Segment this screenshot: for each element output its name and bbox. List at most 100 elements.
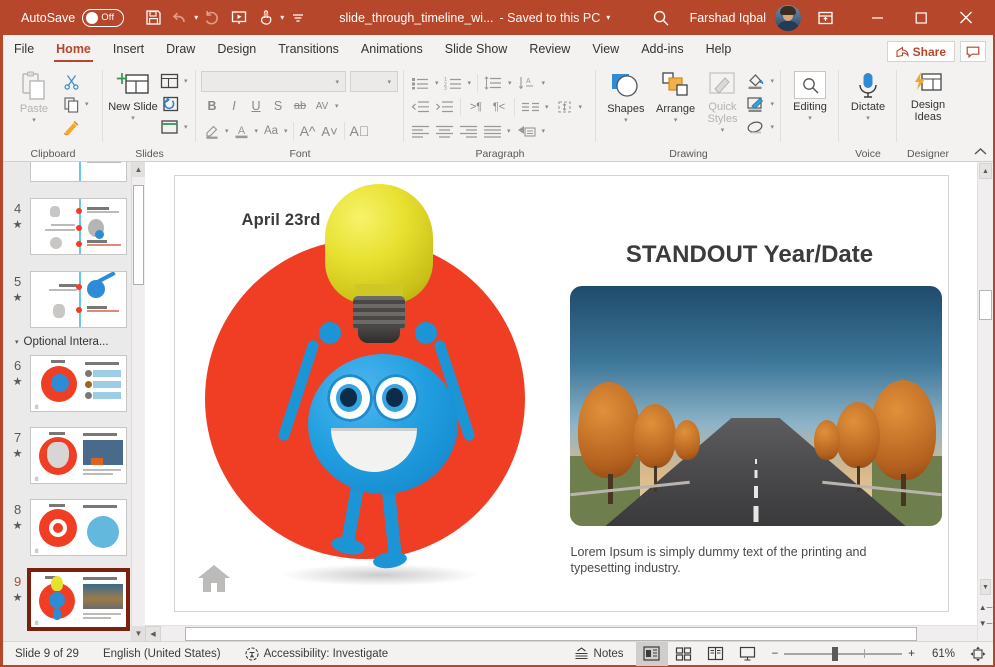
thumbnail-scroll-up-icon[interactable]: ▲ xyxy=(132,162,145,177)
cut-icon[interactable] xyxy=(60,70,82,92)
account-area[interactable]: Farshad Iqbal xyxy=(690,0,993,35)
vscroll-thumb[interactable] xyxy=(979,290,992,320)
zoom-in-button[interactable]: + xyxy=(908,648,915,660)
tab-view[interactable]: View xyxy=(581,35,630,64)
document-title[interactable]: slide_through_timeline_wi... - Saved to … xyxy=(339,11,610,25)
justify-dropdown-icon[interactable]: ▾ xyxy=(505,127,513,135)
slide-date-text[interactable]: April 23rd xyxy=(242,211,321,230)
section-dropdown-icon[interactable]: ▾ xyxy=(182,123,190,131)
current-slide[interactable]: April 23rd xyxy=(174,175,949,612)
tab-draw[interactable]: Draw xyxy=(155,35,206,64)
font-name-input[interactable]: ▾ xyxy=(201,71,346,92)
tab-insert[interactable]: Insert xyxy=(102,35,155,64)
thumbnail-row-4[interactable]: 4 ★ xyxy=(3,195,131,258)
zoom-slider-handle[interactable] xyxy=(832,647,838,661)
slide-title-text[interactable]: STANDOUT Year/Date xyxy=(570,241,930,269)
view-slideshow-button[interactable] xyxy=(732,642,764,666)
tab-add-ins[interactable]: Add-ins xyxy=(630,35,694,64)
shape-fill-icon[interactable] xyxy=(744,70,767,92)
align-right-icon[interactable] xyxy=(457,120,480,142)
thumbnail-row-8[interactable]: 8 ★ xyxy=(3,496,131,559)
font-name-chevron-icon[interactable]: ▾ xyxy=(333,78,341,86)
ltr-text-direction-button[interactable]: >¶ xyxy=(465,96,487,118)
format-painter-icon[interactable] xyxy=(60,116,82,138)
tab-review[interactable]: Review xyxy=(518,35,581,64)
font-size-chevron-icon[interactable]: ▾ xyxy=(385,78,393,86)
copy-dropdown-icon[interactable]: ▾ xyxy=(83,100,91,108)
thumbnail-row-3[interactable]: 3 xyxy=(3,162,131,185)
customize-qat-icon[interactable] xyxy=(285,5,311,31)
tab-home[interactable]: Home xyxy=(45,35,102,64)
numbering-icon[interactable]: 123 xyxy=(442,72,465,94)
vertical-scrollbar[interactable]: ▲ ▼ ▲─ ▼─ xyxy=(977,162,993,641)
tab-animations[interactable]: Animations xyxy=(350,35,434,64)
align-text-dropdown-icon[interactable]: ▾ xyxy=(577,103,585,111)
rtl-text-direction-button[interactable]: ¶< xyxy=(488,96,510,118)
dictate-dropdown-icon[interactable]: ▾ xyxy=(864,113,872,125)
notes-button[interactable]: Notes xyxy=(562,642,636,666)
font-color-dropdown-icon[interactable]: ▾ xyxy=(253,127,261,135)
line-spacing-icon[interactable] xyxy=(482,72,505,94)
character-spacing-button[interactable]: AV xyxy=(311,95,333,117)
paste-button[interactable]: Paste ▾ xyxy=(8,67,60,127)
thumbnail-scroll-down-icon[interactable]: ▼ xyxy=(132,626,145,641)
view-normal-button[interactable] xyxy=(636,642,668,666)
start-slideshow-icon[interactable] xyxy=(226,5,252,31)
slide-thumb-3[interactable] xyxy=(30,162,127,182)
text-highlight-dropdown-icon[interactable]: ▾ xyxy=(223,127,231,135)
zoom-out-button[interactable]: − xyxy=(772,648,779,660)
text-direction-icon[interactable]: A xyxy=(516,72,539,94)
bullets-dropdown-icon[interactable]: ▾ xyxy=(433,79,441,87)
font-color-icon[interactable]: A xyxy=(231,120,253,142)
dictate-button[interactable]: Dictate ▾ xyxy=(844,67,892,125)
hscroll-thumb[interactable] xyxy=(185,627,917,641)
align-text-icon[interactable] xyxy=(553,96,576,118)
quick-styles-dropdown-icon[interactable]: ▾ xyxy=(719,125,727,137)
italic-button[interactable]: I xyxy=(223,95,245,117)
columns-icon[interactable] xyxy=(519,96,542,118)
increase-indent-icon[interactable] xyxy=(433,96,456,118)
previous-slide-icon[interactable]: ▲─ xyxy=(978,600,993,615)
align-center-icon[interactable] xyxy=(433,120,456,142)
undo-icon[interactable] xyxy=(167,5,193,31)
character-spacing-dropdown-icon[interactable]: ▾ xyxy=(333,102,341,110)
increase-font-size-button[interactable]: A^ xyxy=(297,120,319,142)
accessibility-status[interactable]: Accessibility: Investigate xyxy=(233,642,401,666)
columns-dropdown-icon[interactable]: ▾ xyxy=(543,103,551,111)
layout-dropdown-icon[interactable]: ▾ xyxy=(182,77,190,85)
shape-effects-icon[interactable] xyxy=(744,116,767,138)
file-menu-chevron-icon[interactable]: ▾ xyxy=(606,13,610,22)
shape-effects-dropdown-icon[interactable]: ▾ xyxy=(768,123,776,131)
shapes-button[interactable]: Shapes ▾ xyxy=(601,67,651,127)
redo-icon[interactable] xyxy=(199,5,225,31)
strikethrough-button[interactable]: ab xyxy=(289,95,311,117)
touch-mode-dropdown-icon[interactable]: ▾ xyxy=(280,13,284,22)
section-header[interactable]: ▾ Optional Intera... xyxy=(3,331,131,352)
home-icon[interactable] xyxy=(197,563,231,593)
text-direction-dropdown-icon[interactable]: ▾ xyxy=(540,79,548,87)
slide-thumb-9[interactable] xyxy=(30,571,127,628)
ribbon-display-options-icon[interactable] xyxy=(810,5,840,31)
clear-formatting-button[interactable]: A⃠ xyxy=(348,120,372,142)
hscroll-trough[interactable] xyxy=(161,627,977,641)
shape-outline-dropdown-icon[interactable]: ▾ xyxy=(768,100,776,108)
decrease-indent-icon[interactable] xyxy=(409,96,432,118)
design-ideas-button[interactable]: Design Ideas xyxy=(902,67,954,123)
next-slide-icon[interactable]: ▼─ xyxy=(978,616,993,631)
paste-dropdown-icon[interactable]: ▾ xyxy=(30,115,38,127)
section-collapse-icon[interactable]: ▾ xyxy=(15,338,19,346)
layout-icon[interactable] xyxy=(158,70,181,92)
section-icon[interactable] xyxy=(158,116,181,138)
zoom-percentage[interactable]: 61% xyxy=(921,648,955,660)
search-icon[interactable] xyxy=(648,5,674,31)
align-left-icon[interactable] xyxy=(409,120,432,142)
share-button[interactable]: Share xyxy=(887,41,955,62)
editing-button[interactable]: Editing ▾ xyxy=(786,67,834,125)
shape-outline-icon[interactable] xyxy=(744,93,767,115)
decrease-font-size-button[interactable]: A˅ xyxy=(319,120,341,142)
convert-to-smartart-icon[interactable] xyxy=(515,120,539,142)
slide-thumb-7[interactable] xyxy=(30,427,127,484)
save-icon[interactable] xyxy=(140,5,166,31)
slide-thumb-8[interactable] xyxy=(30,499,127,556)
light-bulb-graphic[interactable] xyxy=(325,184,433,339)
